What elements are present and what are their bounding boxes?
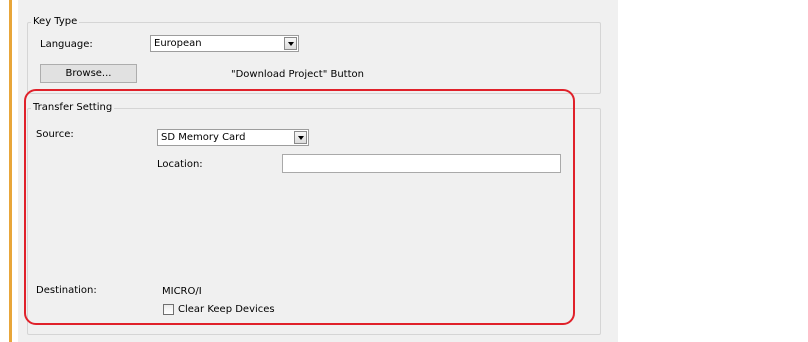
key-type-title: Key Type <box>31 16 80 28</box>
location-input[interactable] <box>282 154 561 173</box>
source-label: Source: <box>36 129 74 140</box>
left-accent-strip <box>0 0 12 342</box>
language-value: European <box>154 38 202 49</box>
destination-value: MICRO/I <box>162 286 202 297</box>
transfer-setting-group <box>27 108 601 335</box>
source-value: SD Memory Card <box>161 132 246 143</box>
destination-label: Destination: <box>36 285 97 296</box>
location-label: Location: <box>157 159 203 170</box>
clear-keep-label[interactable]: Clear Keep Devices <box>178 304 275 316</box>
transfer-setting-title: Transfer Setting <box>31 102 115 114</box>
accent-bar <box>9 0 12 342</box>
source-combo[interactable]: SD Memory Card <box>157 129 309 146</box>
chevron-down-icon[interactable] <box>294 131 307 144</box>
language-combo[interactable]: European <box>150 35 299 52</box>
chevron-down-icon[interactable] <box>284 37 297 50</box>
browse-button[interactable]: Browse... <box>40 64 137 83</box>
key-type-group <box>27 22 601 94</box>
clear-keep-checkbox[interactable] <box>163 304 174 315</box>
download-note: "Download Project" Button <box>231 69 364 80</box>
language-label: Language: <box>40 39 93 50</box>
